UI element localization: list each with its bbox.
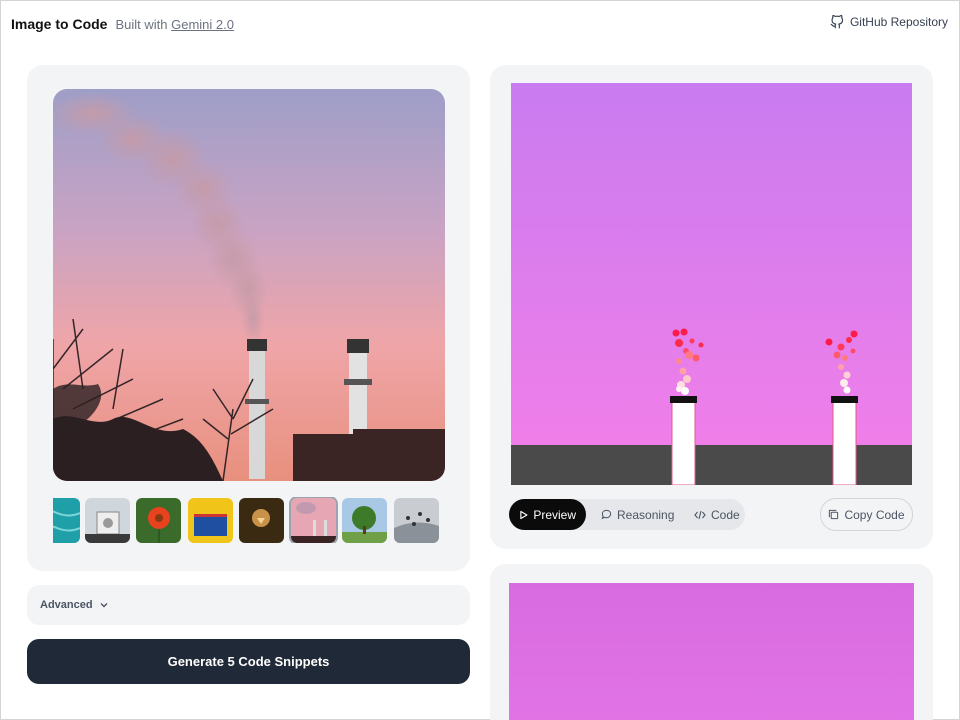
- tab-reasoning-label: Reasoning: [617, 507, 675, 522]
- thumbnail-birds[interactable]: [394, 498, 439, 543]
- output-card-2: [490, 564, 933, 720]
- yellow-wall-thumbnail-image: [188, 498, 233, 543]
- play-icon: [520, 510, 528, 519]
- tab-reasoning[interactable]: Reasoning: [591, 499, 684, 530]
- output-card: Preview Reasoning Code Copy Code: [490, 65, 933, 549]
- flower-thumbnail-image: [136, 498, 181, 543]
- thumbnail-water[interactable]: [53, 498, 80, 543]
- gemini-link[interactable]: Gemini 2.0: [171, 17, 234, 32]
- copy-code-label: Copy Code: [844, 507, 905, 522]
- chat-bubble-icon: [601, 509, 612, 520]
- lamp-thumbnail-image: [239, 498, 284, 543]
- generate-button[interactable]: Generate 5 Code Snippets: [27, 639, 470, 684]
- thumbnail-appliance[interactable]: [85, 498, 130, 543]
- tab-preview-label: Preview: [533, 507, 576, 522]
- app-title: Image to Code: [11, 16, 108, 32]
- app-header: Image to Code Built with Gemini 2.0 GitH…: [1, 1, 959, 47]
- water-thumbnail-image: [53, 498, 80, 543]
- selected-image: [53, 89, 445, 481]
- sample-image-strip[interactable]: [53, 497, 445, 543]
- appliance-thumbnail-image: [85, 498, 130, 543]
- advanced-label: Advanced: [40, 599, 93, 611]
- sunset-smokestacks-photo: [53, 89, 445, 481]
- built-with-prefix: Built with: [115, 16, 168, 32]
- input-card: [27, 65, 470, 571]
- tab-code[interactable]: Code: [684, 499, 750, 530]
- copy-code-button[interactable]: Copy Code: [820, 498, 913, 531]
- thumbnail-smokestacks[interactable]: [289, 497, 338, 543]
- github-icon: [830, 15, 844, 29]
- copy-icon: [829, 509, 839, 520]
- github-repository-link[interactable]: GitHub Repository: [830, 15, 948, 29]
- view-tabs: Preview Reasoning Code: [509, 499, 745, 530]
- chevron-down-icon: [100, 603, 108, 608]
- github-label: GitHub Repository: [849, 15, 948, 29]
- thumbnail-lamp[interactable]: [239, 498, 284, 543]
- thumbnail-tree[interactable]: [342, 498, 387, 543]
- tab-preview[interactable]: Preview: [509, 499, 586, 530]
- birds-thumbnail-image: [394, 498, 439, 543]
- code-preview-2: [509, 583, 914, 720]
- built-with: Built with Gemini 2.0: [115, 17, 234, 32]
- code-preview: [511, 83, 912, 485]
- advanced-toggle[interactable]: Advanced: [27, 585, 470, 625]
- code-icon: [694, 510, 706, 519]
- generated-scene-preview: [511, 83, 912, 485]
- thumbnail-yellow-wall[interactable]: [188, 498, 233, 543]
- tree-thumbnail-image: [342, 498, 387, 543]
- smokestacks-thumbnail-image: [291, 498, 336, 543]
- thumbnail-flower[interactable]: [136, 498, 181, 543]
- tab-code-label: Code: [711, 507, 740, 522]
